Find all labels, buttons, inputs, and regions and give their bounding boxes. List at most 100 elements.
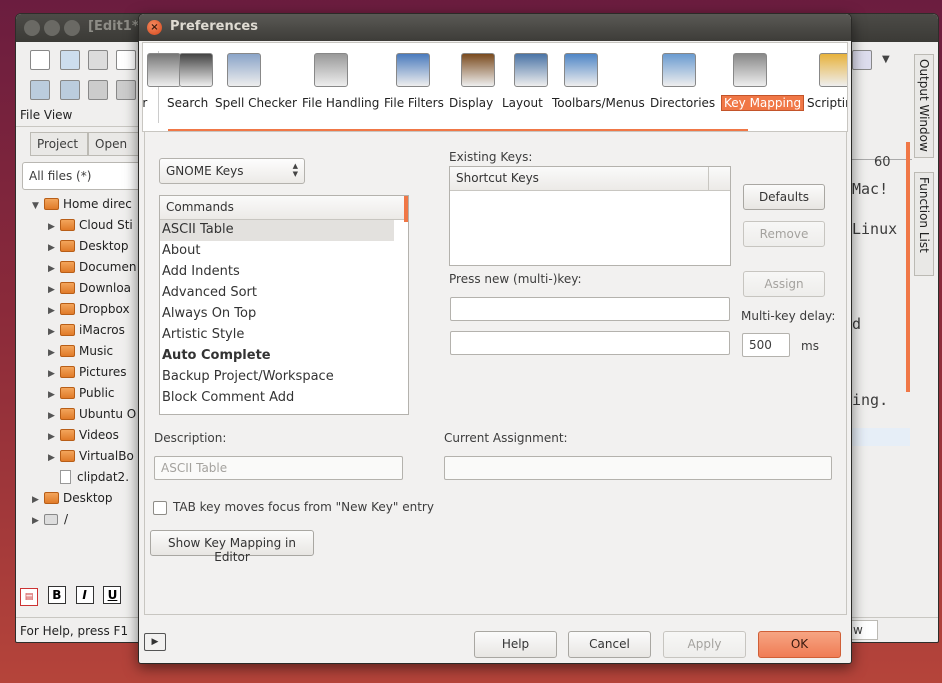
bold-button[interactable]: B [47,586,66,604]
remove-button[interactable]: Remove [743,221,825,247]
command-item[interactable]: ASCII Table [160,220,394,241]
tab-project[interactable]: Project [30,132,88,156]
file-tree: ▼ Home direc ▶ Cloud Sti ▶ Desktop ▶ Documen ▶ Do… [28,197,140,547]
tool-icon[interactable] [30,80,50,100]
ok-button[interactable]: OK [758,631,841,658]
expand-down-icon[interactable]: ▼ [32,201,44,211]
expand-right-icon[interactable]: ▶ [48,411,60,421]
expand-right-icon[interactable]: ▶ [48,327,60,337]
toolbar-icon[interactable] [852,50,872,70]
save-all-icon[interactable] [116,50,136,70]
defaults-button[interactable]: Defaults [743,184,825,210]
keymap-scheme-select[interactable]: GNOME Keys ▲ ▼ [159,158,305,184]
expand-right-icon[interactable]: ▶ [48,306,60,316]
expand-right-icon[interactable]: ▶ [48,432,60,442]
category-label: or [142,96,148,110]
category-label: Layout [502,96,543,110]
command-item[interactable]: Advanced Sort [160,283,394,304]
category-label: File Handling [302,96,380,110]
category-scriptin[interactable]: Scriptin [803,43,847,127]
tree-item[interactable]: ▶ Desktop [28,239,140,260]
assign-button[interactable]: Assign [743,271,825,297]
expand-right-icon[interactable]: ▶ [48,369,60,379]
tab-output-window[interactable]: Output Window [914,54,934,158]
tree-item[interactable]: clipdat2. [28,470,140,491]
dialog-titlebar: × Preferences [139,14,851,41]
spell-checker-icon [227,53,261,87]
expand-right-icon[interactable]: ▶ [32,495,44,505]
folder-icon [60,429,75,441]
category-toolbars-menus[interactable]: Toolbars/Menus [548,43,645,127]
command-item[interactable]: Block Comment Add [160,388,394,409]
expand-right-icon[interactable]: ▶ [48,285,60,295]
commands-list[interactable]: Commands ASCII Table About Add Indents Adva… [159,195,409,415]
tab-function-list[interactable]: Function List [914,172,934,276]
tree-item-label: Downloa [79,281,132,295]
tab-key-checkbox-label[interactable]: TAB key moves focus from "New Key" entry [173,500,434,514]
new-key-secondary-input[interactable] [450,331,730,355]
tree-item[interactable]: ▶ Documen [28,260,140,281]
editor-maximize-button[interactable] [64,20,80,36]
cancel-button[interactable]: Cancel [568,631,651,658]
command-item[interactable]: Auto Complete [160,346,394,367]
tree-item-label: Public [79,386,115,400]
expand-right-icon[interactable]: ▶ [48,264,60,274]
tree-item[interactable]: ▶ Music [28,344,140,365]
command-item[interactable]: Backup Project/Workspace [160,367,394,388]
tree-item[interactable]: ▶ Videos [28,428,140,449]
tree-item-label: Desktop [79,239,129,253]
close-icon[interactable]: × [147,20,162,35]
tree-item[interactable]: ▶ Public [28,386,140,407]
command-item[interactable]: Always On Top [160,304,394,325]
tree-item[interactable]: ▶ Pictures [28,365,140,386]
tab-open[interactable]: Open [88,132,140,156]
new-file-icon[interactable] [30,50,50,70]
tree-item[interactable]: ▶ / [28,512,140,533]
category-spell-checker[interactable]: Spell Checker [211,43,301,127]
tree-item[interactable]: ▶ Dropbox [28,302,140,323]
chevron-down-icon[interactable]: ▼ [882,54,902,74]
tree-item[interactable]: ▶ Cloud Sti [28,218,140,239]
editor-title: [Edit1*] [88,19,145,34]
folder-icon [60,219,75,231]
tab-key-checkbox[interactable] [153,501,167,515]
command-item[interactable]: Add Indents [160,262,394,283]
file-view-label: File View [20,108,73,122]
category-file-handling[interactable]: File Handling [298,43,388,127]
new-key-input[interactable] [450,297,730,321]
multikey-delay-input[interactable]: 500 [742,333,790,357]
editor-close-button[interactable] [24,20,40,36]
tree-item[interactable]: ▶ VirtualBo [28,449,140,470]
tree-item-label: iMacros [79,323,125,337]
tree-item[interactable]: ▼ Home direc [28,197,140,218]
expand-right-icon[interactable]: ▶ [48,348,60,358]
tree-item[interactable]: ▶ Desktop [28,491,140,512]
editor-minimize-button[interactable] [44,20,60,36]
underline-button[interactable]: U [103,586,122,604]
expand-right-icon[interactable]: ▶ [48,390,60,400]
expand-right-icon[interactable]: ▶ [48,222,60,232]
tree-item[interactable]: ▶ iMacros [28,323,140,344]
layout-icon [514,53,548,87]
category-key-mapping[interactable]: Key Mapping [717,43,807,127]
tool-icon[interactable] [88,80,108,100]
tool-icon[interactable] [116,80,136,100]
apply-button[interactable]: Apply [663,631,746,658]
open-file-icon[interactable] [60,50,80,70]
tree-item[interactable]: ▶ Ubuntu O [28,407,140,428]
command-item[interactable]: About [160,241,394,262]
expand-right-icon[interactable]: ▶ [48,453,60,463]
command-item[interactable]: Artistic Style [160,325,394,346]
expand-right-icon[interactable]: ▶ [32,516,44,526]
screenshot-icon[interactable]: ▶ [144,633,166,651]
italic-button[interactable]: I [75,586,94,604]
tool-icon[interactable] [60,80,80,100]
help-button[interactable]: Help [474,631,557,658]
format-icon[interactable]: ▤ [20,588,38,606]
file-filter-select[interactable]: All files (*) [22,162,152,190]
save-icon[interactable] [88,50,108,70]
show-key-mapping-button[interactable]: Show Key Mapping in Editor [150,530,314,564]
expand-right-icon[interactable]: ▶ [48,243,60,253]
tree-item[interactable]: ▶ Downloa [28,281,140,302]
existing-keys-list[interactable]: Shortcut Keys [449,166,731,266]
